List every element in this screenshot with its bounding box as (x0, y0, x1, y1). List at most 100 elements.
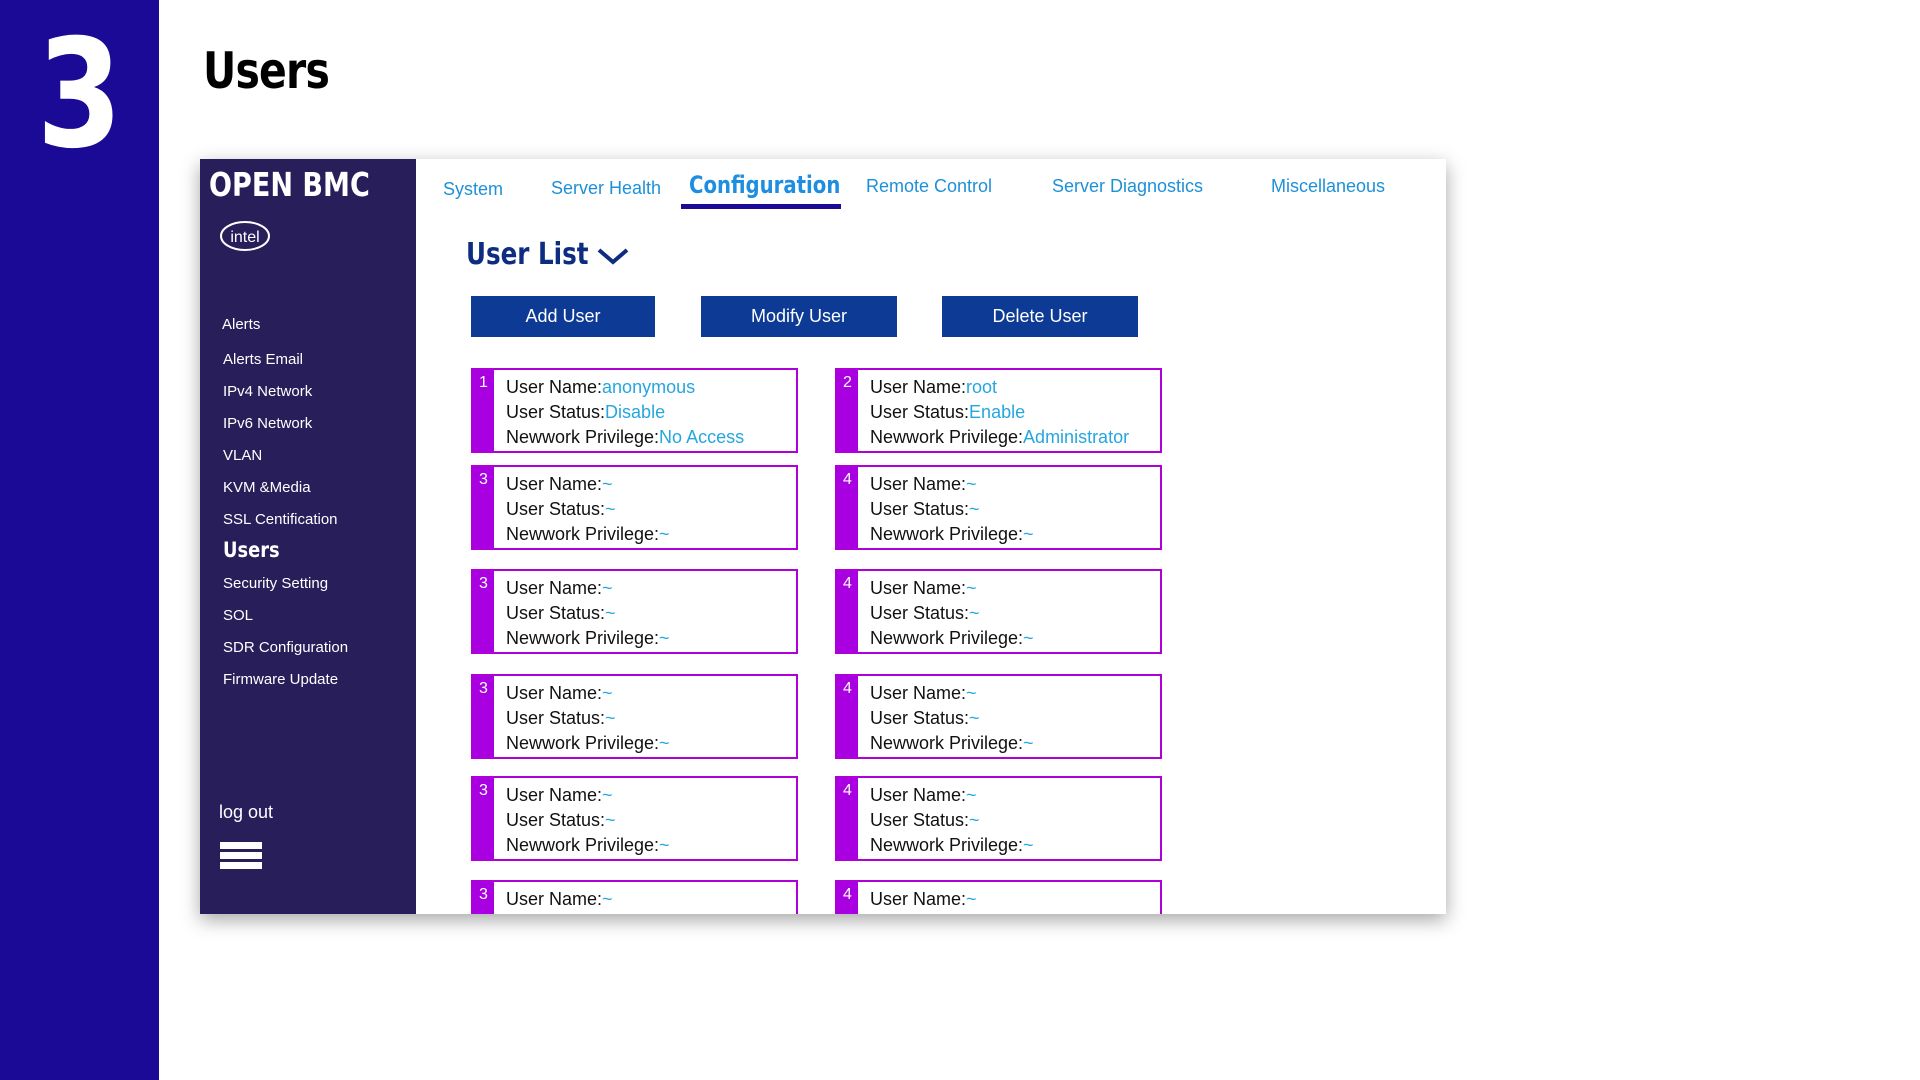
user-index-badge: 3 (473, 467, 494, 548)
section-title-user-list: User List (466, 237, 589, 272)
user-name-label: User Name: (870, 474, 967, 494)
user-privilege-value: ~ (659, 628, 670, 648)
user-privilege-value: ~ (659, 835, 670, 855)
user-index-badge: 3 (473, 778, 494, 859)
user-card[interactable]: 2 User Name:root User Status:Enable Newwork… (835, 368, 1162, 453)
user-status-line: User Status:~ (506, 497, 670, 522)
user-privilege-label: Newwork Privilege: (870, 733, 1024, 753)
tab-remote-control[interactable]: Remote Control (866, 176, 992, 197)
sidebar-heading-alerts[interactable]: Alerts (222, 316, 260, 333)
user-name-line: User Name:~ (506, 681, 670, 706)
user-privilege-line: Newwork Privilege:~ (506, 522, 670, 547)
tab-system[interactable]: System (443, 179, 503, 200)
user-card[interactable]: 3User Name:~User Status:~Newwork Privile… (471, 569, 798, 654)
user-card[interactable]: 1 User Name:anonymous User Status:Disable N… (471, 368, 798, 453)
add-user-button[interactable]: Add User (471, 296, 655, 337)
user-card[interactable]: 3User Name:~User Status:~Newwork Privile… (471, 880, 798, 914)
user-card[interactable]: 4User Name:~User Status:~Newwork Privile… (835, 674, 1162, 759)
tab-server-diagnostics[interactable]: Server Diagnostics (1052, 176, 1203, 197)
user-status-line: User Status:~ (870, 706, 1034, 731)
user-index-badge: 4 (837, 676, 858, 757)
sidebar-item-security-setting[interactable]: Security Setting (223, 575, 328, 592)
sidebar-item-firmware-update[interactable]: Firmware Update (223, 671, 338, 688)
tab-miscellaneous[interactable]: Miscellaneous (1271, 176, 1385, 197)
sidebar-item-kvm-media[interactable]: KVM &Media (223, 479, 311, 496)
user-privilege-line: Newwork Privilege:~ (870, 522, 1034, 547)
user-privilege-value: ~ (1023, 835, 1034, 855)
user-status-line: User Status:~ (506, 601, 670, 626)
chevron-down-icon[interactable] (596, 245, 630, 267)
user-privilege-label: Newwork Privilege: (870, 427, 1024, 447)
user-status-value: ~ (969, 810, 980, 830)
sidebar-item-sdr-configuration[interactable]: SDR Configuration (223, 639, 348, 656)
user-name-label: User Name: (870, 377, 967, 397)
user-card[interactable]: 4User Name:~User Status:~Newwork Privile… (835, 569, 1162, 654)
user-status-line: User Status:~ (870, 497, 1034, 522)
user-status-value: Disable (605, 402, 666, 422)
user-privilege-label: Newwork Privilege: (870, 835, 1024, 855)
user-status-label: User Status: (506, 708, 606, 728)
user-card[interactable]: 3User Name:~User Status:~Newwork Privile… (471, 674, 798, 759)
user-name-line: User Name:anonymous (506, 375, 744, 400)
user-name-label: User Name: (870, 785, 967, 805)
user-card[interactable]: 4 User Name:~User Status:~Newwork Privile… (835, 880, 1162, 914)
user-privilege-label: Newwork Privilege: (870, 628, 1024, 648)
sidebar-item-vlan[interactable]: VLAN (223, 447, 262, 464)
user-name-value: ~ (966, 785, 977, 805)
user-name-line: User Name:~ (870, 887, 1034, 912)
active-tab-indicator (681, 204, 841, 209)
user-card-body: User Name:~User Status:~Newwork Privileg… (506, 681, 670, 756)
modify-user-button[interactable]: Modify User (701, 296, 897, 337)
user-index-badge: 4 (837, 571, 858, 652)
user-card-body: User Name:~User Status:~Newwork Privileg… (870, 783, 1034, 858)
sidebar-item-ipv4-network[interactable]: IPv4 Network (223, 383, 312, 400)
user-card[interactable]: 3User Name:~User Status:~Newwork Privile… (471, 465, 798, 550)
user-index-badge: 4 (837, 882, 858, 914)
sidebar-item-sol[interactable]: SOL (223, 607, 253, 624)
user-card-body: User Name:~User Status:~Newwork Privileg… (870, 887, 1034, 914)
user-name-label: User Name: (506, 785, 603, 805)
delete-user-button[interactable]: Delete User (942, 296, 1138, 337)
user-status-line: User Status:~ (506, 808, 670, 833)
tab-configuration[interactable]: Configuration (689, 171, 840, 199)
user-index-badge: 2 (837, 370, 858, 451)
user-name-line: User Name:~ (506, 472, 670, 497)
sidebar-item-ssl-certification[interactable]: SSL Centification (223, 511, 338, 528)
user-card-body: User Name:~User Status:~Newwork Privileg… (870, 472, 1034, 547)
user-privilege-value: ~ (659, 524, 670, 544)
user-privilege-line: Newwork Privilege:~ (506, 833, 670, 858)
user-privilege-line: Newwork Privilege:Administrator (870, 425, 1129, 450)
svg-text:intel: intel (230, 229, 259, 246)
user-name-line: User Name:~ (870, 681, 1034, 706)
user-card-body: User Name:~User Status:~Newwork Privileg… (506, 887, 670, 914)
sidebar-item-users[interactable]: Users (223, 538, 280, 562)
sidebar-item-ipv6-network[interactable]: IPv6 Network (223, 415, 312, 432)
user-card[interactable]: 3User Name:~User Status:~Newwork Privile… (471, 776, 798, 861)
user-status-value: ~ (969, 499, 980, 519)
user-name-value: ~ (602, 889, 613, 909)
user-card[interactable]: 4User Name:~User Status:~Newwork Privile… (835, 776, 1162, 861)
user-name-label: User Name: (870, 683, 967, 703)
user-name-label: User Name: (506, 474, 603, 494)
user-privilege-line: Newwork Privilege:No Access (506, 425, 744, 450)
user-name-label: User Name: (506, 578, 603, 598)
user-name-value: ~ (602, 785, 613, 805)
sidebar-item-alerts-email[interactable]: Alerts Email (223, 351, 303, 368)
slide-sidebar: 3 (0, 0, 159, 1080)
user-name-value: ~ (966, 578, 977, 598)
user-privilege-value: Administrator (1023, 427, 1130, 447)
user-status-value: ~ (969, 603, 980, 623)
user-status-label: User Status: (870, 499, 970, 519)
user-card-body: User Name:~User Status:~Newwork Privileg… (506, 783, 670, 858)
user-name-value: ~ (966, 683, 977, 703)
user-card-body: User Name:~User Status:~Newwork Privileg… (506, 472, 670, 547)
user-name-line: User Name:~ (506, 783, 670, 808)
user-status-label: User Status: (870, 810, 970, 830)
user-privilege-label: Newwork Privilege: (870, 524, 1024, 544)
logout-link[interactable]: log out (219, 802, 273, 823)
user-status-value: ~ (605, 708, 616, 728)
tab-server-health[interactable]: Server Health (551, 178, 661, 199)
user-card[interactable]: 4User Name:~User Status:~Newwork Privile… (835, 465, 1162, 550)
hamburger-icon[interactable] (220, 842, 262, 870)
user-name-value: ~ (602, 683, 613, 703)
